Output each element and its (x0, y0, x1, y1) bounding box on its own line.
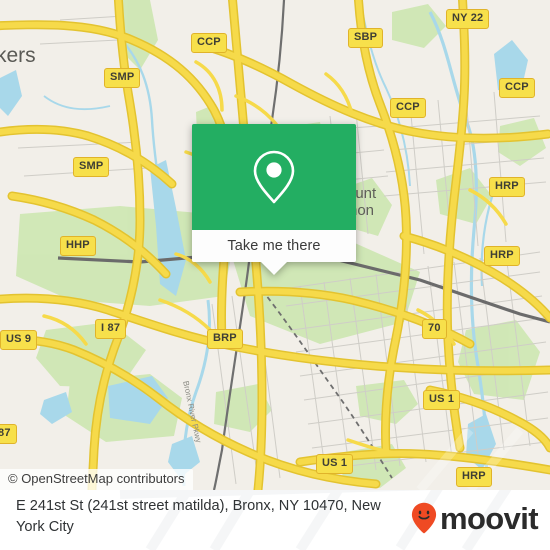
shield-hrp-mid: HRP (484, 246, 520, 266)
footer-bar: E 241st St (241st street matilda), Bronx… (0, 490, 550, 550)
place-label-yonkers: kers (0, 44, 36, 67)
map-screen: kers ount rnon Bronx River Pkwy CCP SBP … (0, 0, 550, 550)
shield-sbp: SBP (348, 28, 384, 48)
moovit-smiley-pin-icon (411, 502, 437, 534)
map-attribution-text: © OpenStreetMap contributors (8, 471, 185, 486)
shield-ny-22: NY 22 (446, 9, 490, 29)
shield-hrp-bottom: HRP (456, 467, 492, 487)
shield-ccp-right: CCP (390, 98, 426, 118)
location-pin-icon (253, 150, 295, 204)
shield-ccp-top: CCP (191, 33, 227, 53)
take-me-there-label: Take me there (227, 238, 321, 254)
location-popup-card[interactable]: Take me there (192, 124, 356, 275)
shield-us-9: US 9 (0, 330, 38, 350)
shield-hrp-upper: HRP (489, 177, 525, 197)
shield-us-1-bottom: US 1 (316, 454, 354, 474)
shield-i87: I 87 (95, 319, 127, 339)
shield-smp-upper: SMP (104, 68, 141, 88)
shield-brp: BRP (207, 329, 243, 349)
shield-70: 70 (422, 319, 447, 339)
moovit-logo[interactable]: moovit (411, 500, 539, 536)
location-title: E 241st St (241st street matilda), Bronx… (16, 498, 381, 535)
map-viewport[interactable]: kers ount rnon Bronx River Pkwy CCP SBP … (0, 0, 550, 490)
moovit-wordmark: moovit (439, 500, 539, 536)
map-attribution[interactable]: © OpenStreetMap contributors (0, 469, 193, 490)
popup-tail (261, 262, 287, 275)
shield-87-edge: 87 (0, 424, 17, 444)
take-me-there-button[interactable]: Take me there (192, 230, 356, 262)
popup-image-area (192, 124, 356, 230)
shield-us-1-right: US 1 (423, 390, 461, 410)
shield-ccp-far: CCP (499, 78, 535, 98)
shield-hhp: HHP (60, 236, 96, 256)
shield-smp-lower: SMP (73, 157, 110, 177)
